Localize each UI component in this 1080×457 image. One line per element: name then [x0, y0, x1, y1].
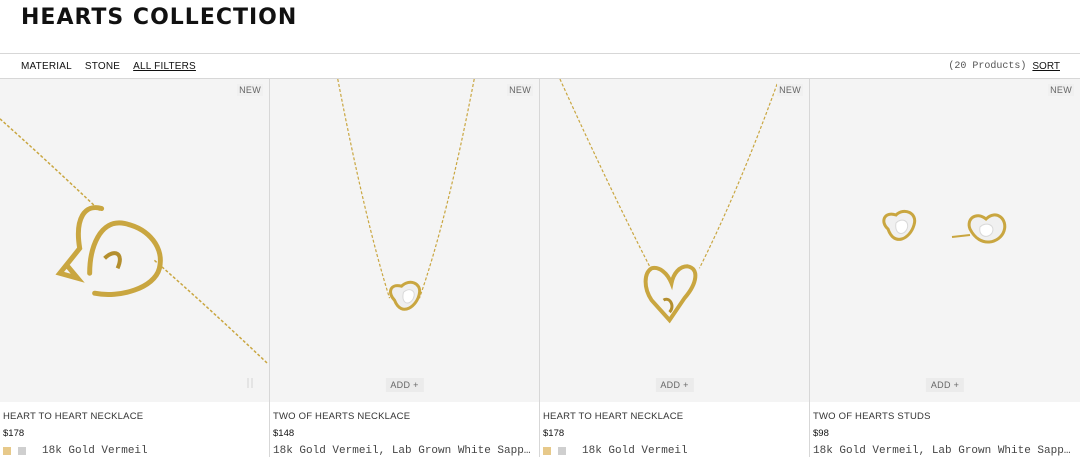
add-to-bag-button[interactable]: ADD +: [385, 378, 424, 392]
filter-stone[interactable]: STONE: [85, 61, 120, 72]
filter-all[interactable]: ALL FILTERS: [133, 61, 196, 72]
pause-icon[interactable]: [247, 378, 253, 388]
product-count: (20 Products): [948, 60, 1027, 72]
filter-material[interactable]: MATERIAL: [21, 61, 72, 72]
swatch-silver[interactable]: [18, 447, 26, 455]
product-material: 18k Gold Vermeil, Lab Grown White Sapphi…: [273, 445, 536, 457]
page-title: HEARTS COLLECTION: [21, 5, 298, 30]
product-price: $178: [3, 428, 25, 439]
product-price: $148: [273, 428, 295, 439]
product-price: $178: [543, 428, 565, 439]
necklace-image: [559, 79, 778, 324]
material-row: 18k Gold Vermeil: [3, 445, 266, 457]
new-badge: NEW: [507, 84, 533, 96]
add-to-bag-button[interactable]: ADD +: [925, 378, 965, 392]
product-material: 18k Gold Vermeil: [42, 445, 148, 457]
material-row: 18k Gold Vermeil: [543, 445, 806, 457]
necklace-image: [337, 79, 475, 311]
new-badge: NEW: [777, 84, 803, 96]
swatch-gold[interactable]: [543, 447, 551, 455]
product-grid: NEW HEART TO HEART NECKLACE $178 18k Gol…: [0, 79, 1080, 457]
new-badge: NEW: [237, 84, 263, 96]
product-price: $98: [813, 428, 829, 439]
product-image[interactable]: NEW: [0, 79, 269, 402]
product-image[interactable]: NEW ADD +: [540, 79, 809, 402]
page-header: HEARTS COLLECTION: [0, 0, 1080, 54]
product-card[interactable]: NEW HEART TO HEART NECKLACE $178 18k Gol…: [0, 79, 270, 457]
swatch-gold[interactable]: [3, 447, 11, 455]
sort-button[interactable]: SORT: [1032, 61, 1060, 72]
product-material: 18k Gold Vermeil, Lab Grown White Sapphi…: [813, 445, 1077, 457]
product-name[interactable]: HEART TO HEART NECKLACE: [543, 411, 806, 423]
product-material: 18k Gold Vermeil: [582, 445, 688, 457]
product-name[interactable]: TWO OF HEARTS NECKLACE: [273, 411, 536, 423]
filter-bar: MATERIAL STONE ALL FILTERS (20 Products)…: [0, 54, 1080, 79]
product-image[interactable]: NEW ADD +: [810, 79, 1080, 402]
product-image[interactable]: NEW ADD +: [270, 79, 539, 402]
product-card[interactable]: NEW ADD + TWO OF HEARTS NECKLACE $148 18…: [270, 79, 540, 457]
add-to-bag-button[interactable]: ADD +: [655, 378, 694, 392]
new-badge: NEW: [1048, 84, 1074, 96]
product-name[interactable]: TWO OF HEARTS STUDS: [813, 411, 1077, 423]
product-card[interactable]: NEW ADD + TWO OF HEARTS STUDS $98 18k Go…: [810, 79, 1080, 457]
material-row: 18k Gold Vermeil, Lab Grown White Sapphi…: [813, 445, 1077, 457]
necklace-image: [0, 118, 268, 364]
product-name[interactable]: HEART TO HEART NECKLACE: [3, 411, 266, 423]
product-card[interactable]: NEW ADD + HEART TO HEART NECKLACE $178 1…: [540, 79, 810, 457]
material-row: 18k Gold Vermeil, Lab Grown White Sapphi…: [273, 445, 536, 457]
studs-image: [882, 209, 1007, 244]
swatch-silver[interactable]: [558, 447, 566, 455]
